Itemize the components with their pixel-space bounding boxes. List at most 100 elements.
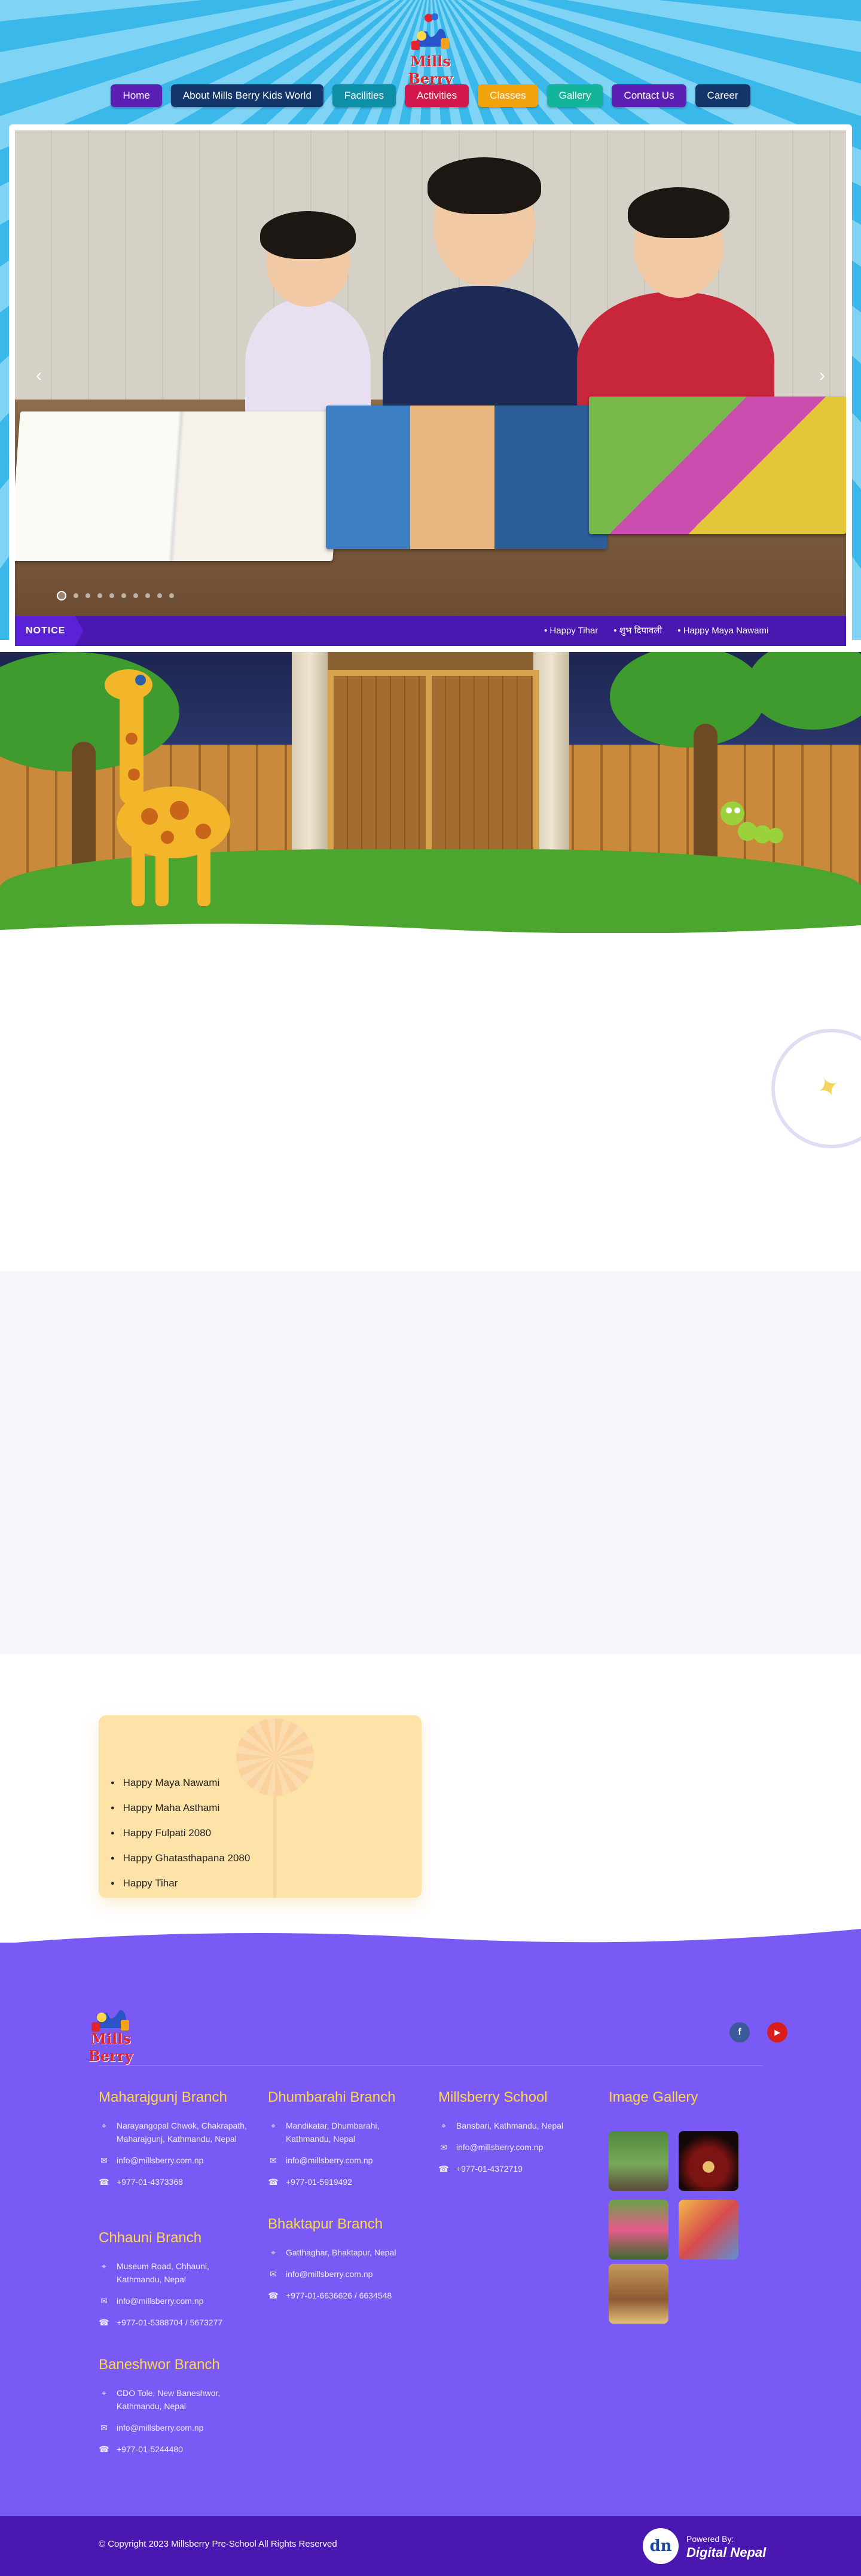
- news-item[interactable]: Happy Fulpati 2080: [111, 1821, 250, 1846]
- branch-phone[interactable]: +977-01-5388704 / 5673277: [117, 2316, 222, 2329]
- slider-dot[interactable]: [169, 593, 174, 598]
- branch-title: Baneshwor Branch: [99, 2356, 220, 2373]
- nav-activities[interactable]: Activities: [405, 84, 469, 107]
- slider-next-button[interactable]: ›: [813, 367, 831, 385]
- branch-title: Millsberry School: [438, 2089, 548, 2105]
- location-icon: ⌖: [102, 2121, 106, 2130]
- child-boy-middle-hair: [428, 157, 541, 214]
- phone-icon: ☎: [99, 2318, 109, 2327]
- news-item[interactable]: Happy Maha Asthami: [111, 1795, 250, 1821]
- location-icon: ⌖: [441, 2121, 446, 2130]
- gate-door-right: [426, 670, 539, 873]
- digital-nepal-logo[interactable]: dn: [643, 2528, 679, 2564]
- email-icon: ✉: [100, 2423, 108, 2432]
- slider-dot[interactable]: [157, 593, 162, 598]
- branch-title: Maharajgunj Branch: [99, 2089, 227, 2105]
- slider-dot[interactable]: [86, 593, 90, 598]
- footer-col-baneshwor: Baneshwor Branch ⌖ CDO Tole, New Baneshwo…: [99, 2356, 248, 2464]
- news-list: Happy Maya Nawami Happy Maha Asthami Hap…: [111, 1770, 251, 1896]
- slider-dot[interactable]: [121, 593, 126, 598]
- news-item[interactable]: Happy Tihar: [111, 1871, 250, 1896]
- email-icon: ✉: [270, 2156, 277, 2165]
- footer-col-chhauni: Chhauni Branch ⌖ Museum Road, Chhauni, Ka…: [99, 2230, 248, 2337]
- footer-col-gallery: Image Gallery: [609, 2089, 764, 2119]
- branch-phone[interactable]: +977-01-5919492: [286, 2175, 352, 2188]
- nav-classes[interactable]: Classes: [478, 84, 538, 107]
- notice-item[interactable]: Happy Maya Nawami: [677, 616, 769, 646]
- youtube-icon[interactable]: ▶: [767, 2022, 787, 2042]
- gallery-thumb[interactable]: [679, 2200, 738, 2260]
- branch-phone[interactable]: +977-01-4372719: [456, 2162, 523, 2175]
- branch-address: Mandikatar, Dhumbarahi, Kathmandu, Nepal: [286, 2121, 380, 2144]
- book-puzzle: [589, 397, 846, 534]
- footer-col-maharajgunj: Maharajgunj Branch ⌖ Narayangopal Chwok, …: [99, 2089, 248, 2197]
- nav-career[interactable]: Career: [695, 84, 750, 107]
- footer-col-dhumbarahi: Dhumbarahi Branch ⌖ Mandikatar, Dhumbarah…: [268, 2089, 417, 2197]
- gallery-thumb[interactable]: [609, 2200, 668, 2260]
- branch-phone[interactable]: +977-01-5244480: [117, 2443, 183, 2456]
- slider-dot[interactable]: [133, 593, 138, 598]
- branch-phone[interactable]: +977-01-6636626 / 6634548: [286, 2289, 392, 2302]
- bottom-bar: © Copyright 2023 Millsberry Pre-School A…: [0, 2516, 861, 2576]
- main-nav: Home About Mills Berry Kids World Facili…: [0, 84, 861, 107]
- slider-dot[interactable]: [145, 593, 150, 598]
- slider-dot[interactable]: [57, 591, 66, 600]
- phone-icon: ☎: [438, 2164, 449, 2173]
- book-colors: [15, 411, 343, 561]
- branch-email[interactable]: info@millsberry.com.np: [456, 2141, 543, 2154]
- footer-divider: [99, 2065, 762, 2066]
- branch-phone[interactable]: +977-01-4373368: [117, 2175, 183, 2188]
- copyright-text: © Copyright 2023 Millsberry Pre-School A…: [99, 2539, 337, 2549]
- phone-icon: ☎: [99, 2444, 109, 2454]
- branch-email[interactable]: info@millsberry.com.np: [117, 2294, 203, 2307]
- phone-icon: ☎: [268, 2177, 279, 2187]
- gate-door-left: [328, 670, 441, 873]
- phone-icon: ☎: [99, 2177, 109, 2187]
- footer-logo[interactable]: Mills Berry: [72, 1995, 149, 2065]
- branch-email[interactable]: info@millsberry.com.np: [117, 2421, 203, 2434]
- gallery-thumb[interactable]: [609, 2131, 668, 2191]
- child-girl-hair: [260, 211, 356, 259]
- branch-email[interactable]: info@millsberry.com.np: [286, 2154, 373, 2167]
- nav-contact[interactable]: Contact Us: [612, 84, 686, 107]
- branch-email[interactable]: info@millsberry.com.np: [117, 2154, 203, 2167]
- nav-facilities[interactable]: Facilities: [332, 84, 396, 107]
- facebook-icon[interactable]: f: [729, 2022, 750, 2042]
- news-item[interactable]: Happy Ghatasthapana 2080: [111, 1846, 251, 1871]
- news-item[interactable]: Happy Maya Nawami: [111, 1770, 250, 1795]
- notice-item[interactable]: Happy Tihar: [544, 616, 598, 646]
- slider-prev-button[interactable]: ‹: [30, 367, 48, 385]
- tree-right-illustration: [610, 652, 765, 748]
- powered-by-name[interactable]: Digital Nepal: [686, 2545, 766, 2560]
- slider-dot[interactable]: [97, 593, 102, 598]
- gallery-thumb[interactable]: [609, 2264, 668, 2324]
- powered-by-label: Powered By:: [686, 2534, 734, 2544]
- nav-gallery[interactable]: Gallery: [546, 84, 603, 107]
- caterpillar-illustration: [720, 801, 783, 843]
- site-footer: Mills Berry f ▶ Maharajgunj Branch ⌖ Nara…: [0, 1943, 861, 2576]
- hero-slider: ‹ › NOTICE Happy Tihar शुभ दिपावली Happy…: [9, 124, 852, 652]
- welcome-illustration: [0, 652, 861, 933]
- slide-image-children-reading: ‹ ›: [15, 130, 846, 622]
- book-story: [326, 406, 607, 549]
- branch-title: Dhumbarahi Branch: [268, 2089, 396, 2105]
- slider-dot[interactable]: [74, 593, 78, 598]
- notice-item[interactable]: शुभ दिपावली: [613, 616, 662, 646]
- branch-address: Museum Road, Chhauni, Kathmandu, Nepal: [117, 2261, 209, 2284]
- nav-about[interactable]: About Mills Berry Kids World: [170, 84, 323, 107]
- nav-home[interactable]: Home: [111, 84, 162, 107]
- scene-wave-divider: [0, 923, 861, 942]
- gallery-title: Image Gallery: [609, 2089, 698, 2105]
- branch-address: Narayangopal Chwok, Chakrapath, Maharajg…: [117, 2121, 247, 2144]
- gallery-thumb[interactable]: [679, 2131, 738, 2191]
- slider-dot[interactable]: [109, 593, 114, 598]
- footer-col-bhaktapur: Bhaktapur Branch ⌖ Gatthaghar, Bhaktapur,…: [268, 2216, 417, 2310]
- site-logo[interactable]: Mills Berry: [392, 11, 469, 87]
- giraffe-illustration: [105, 669, 230, 906]
- branch-title: Bhaktapur Branch: [268, 2216, 383, 2232]
- branch-address: Bansbari, Kathmandu, Nepal: [456, 2121, 563, 2130]
- branch-email[interactable]: info@millsberry.com.np: [286, 2267, 373, 2281]
- tree-far-right-illustration: [747, 652, 861, 730]
- location-icon: ⌖: [102, 2261, 106, 2271]
- location-icon: ⌖: [271, 2121, 276, 2130]
